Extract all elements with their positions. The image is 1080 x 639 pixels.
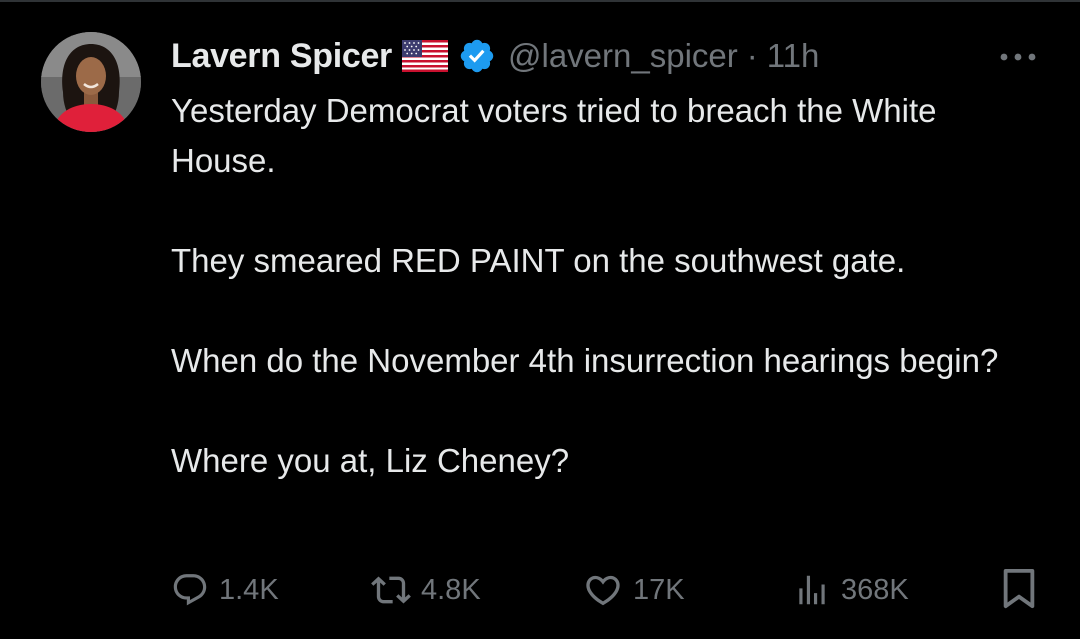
tweet-timestamp[interactable]: 11h [767, 37, 820, 75]
separator-dot: · [746, 37, 758, 74]
tweet-text: Yesterday Democrat voters tried to breac… [171, 86, 1031, 486]
like-count: 17K [633, 573, 685, 606]
tweet-paragraph: Yesterday Democrat voters tried to breac… [171, 92, 937, 179]
tweet-paragraph: They smeared RED PAINT on the southwest … [171, 242, 906, 279]
reply-count: 1.4K [219, 573, 279, 606]
retweet-count: 4.8K [421, 573, 481, 606]
reply-icon [171, 571, 209, 609]
more-icon [1000, 48, 1036, 66]
more-button[interactable] [996, 40, 1040, 74]
reply-button[interactable]: 1.4K [171, 563, 279, 617]
views-count: 368K [841, 573, 909, 606]
verified-badge-icon[interactable] [458, 37, 496, 75]
us-flag-icon [402, 40, 448, 72]
author-handle[interactable]: @lavern_spicer [508, 37, 738, 75]
tweet: Lavern Spicer @lavern_spicer · 11h Yeste… [0, 0, 1080, 639]
bookmark-icon [1001, 568, 1037, 615]
bookmark-button[interactable] [999, 568, 1039, 615]
retweet-button[interactable]: 4.8K [371, 563, 481, 617]
retweet-icon [371, 570, 411, 610]
tweet-header: Lavern Spicer @lavern_spicer · 11h [171, 33, 819, 79]
tweet-actions: 1.4K 4.8K 17K 368K [171, 563, 1041, 617]
heart-icon [583, 570, 623, 610]
like-button[interactable]: 17K [583, 563, 685, 617]
views-icon [793, 571, 831, 609]
tweet-paragraph: When do the November 4th insurrection he… [171, 342, 999, 379]
avatar[interactable] [41, 32, 141, 132]
tweet-paragraph: Where you at, Liz Cheney? [171, 442, 570, 479]
author-display-name[interactable]: Lavern Spicer [171, 37, 392, 76]
views-button[interactable]: 368K [793, 563, 909, 617]
